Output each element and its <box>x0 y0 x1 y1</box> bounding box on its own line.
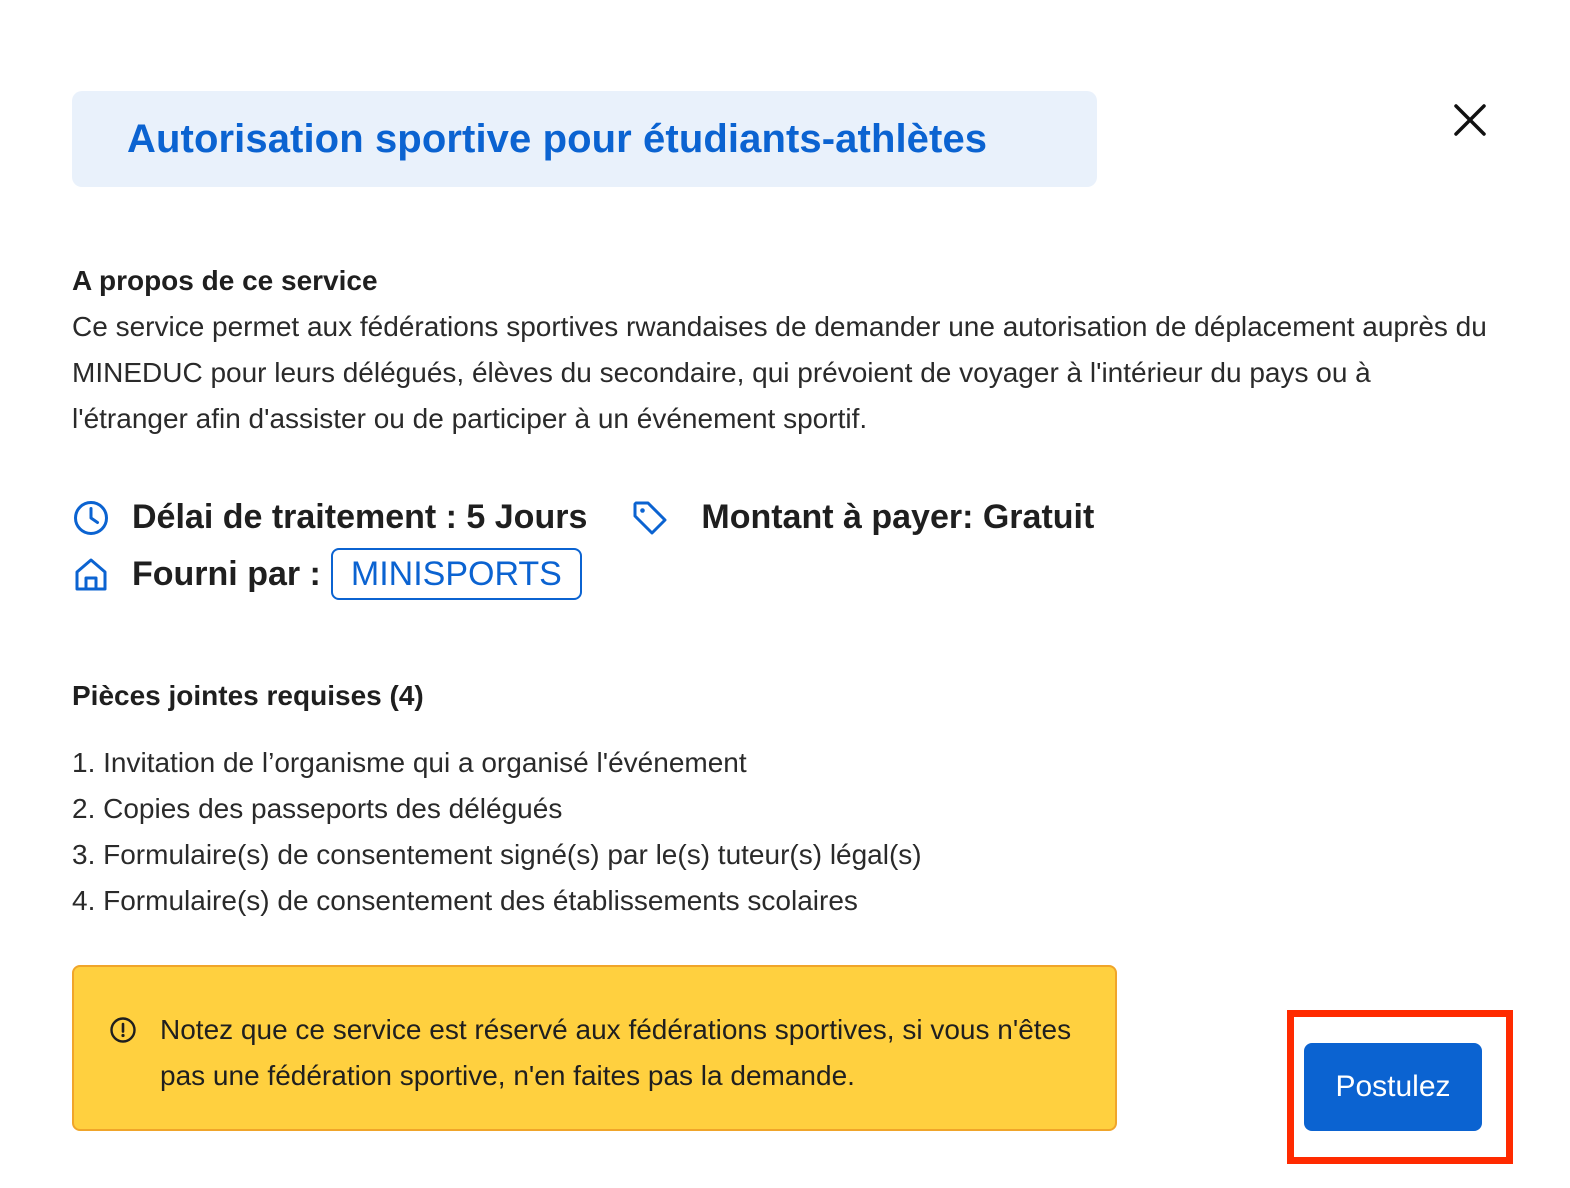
close-icon <box>1454 104 1486 136</box>
provider-tag[interactable]: MINISPORTS <box>330 548 582 600</box>
list-item: 2. Copies des passeports des délégués <box>72 793 563 824</box>
close-button[interactable] <box>1446 96 1494 144</box>
list-item: 4. Formulaire(s) de consentement des éta… <box>72 885 858 916</box>
info-circle-icon <box>110 1017 136 1043</box>
processing-time-label: Délai de traitement : 5 Jours <box>132 498 588 536</box>
home-icon <box>72 555 110 593</box>
attachments-heading: Pièces jointes requises (4) <box>72 680 424 711</box>
list-item: 1. Invitation de l’organisme qui a organ… <box>72 747 747 778</box>
notice-banner: Notez que ce service est réservé aux féd… <box>72 965 1117 1131</box>
apply-button[interactable]: Postulez <box>1304 1043 1482 1131</box>
clock-icon <box>72 499 110 537</box>
title-banner: Autorisation sportive pour étudiants-ath… <box>72 91 1097 187</box>
meta-row-provider: Fourni par : MINISPORTS <box>72 548 582 600</box>
tag-icon <box>631 499 669 537</box>
modal-title: Autorisation sportive pour étudiants-ath… <box>127 116 988 161</box>
notice-text: Notez que ce service est réservé aux féd… <box>160 1014 1072 1091</box>
amount-label: Montant à payer: Gratuit <box>701 498 1095 536</box>
list-item: 3. Formulaire(s) de consentement signé(s… <box>72 839 922 870</box>
meta-row-processing: Délai de traitement : 5 Jours Montant à … <box>72 498 1094 537</box>
about-heading: A propos de ce service <box>72 265 378 296</box>
provider-label: Fourni par : <box>132 554 321 593</box>
about-description: Ce service permet aux fédérations sporti… <box>72 311 1487 434</box>
attachments-list: 1. Invitation de l’organisme qui a organ… <box>72 740 1272 924</box>
about-section: A propos de ce service Ce service permet… <box>72 262 1512 442</box>
service-modal: Autorisation sportive pour étudiants-ath… <box>0 0 1570 1188</box>
attachments-section: Pièces jointes requises (4) 1. Invitatio… <box>72 676 1272 924</box>
